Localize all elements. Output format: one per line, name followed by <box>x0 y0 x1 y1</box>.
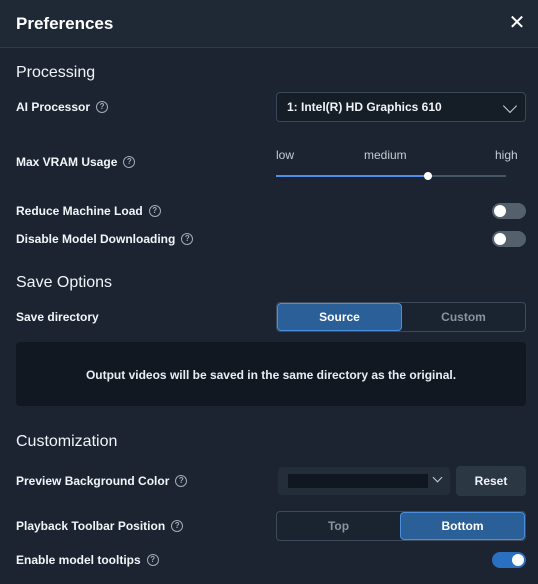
help-icon[interactable]: ? <box>175 475 188 487</box>
ai-processor-value: 1: Intel(R) HD Graphics 610 <box>287 100 442 114</box>
model-tooltips-label: Enable model tooltips ? <box>16 553 159 567</box>
dialog-header: Preferences ✕ <box>0 0 538 48</box>
dialog-title: Preferences <box>16 14 114 33</box>
save-notice-box: Output videos will be saved in the same … <box>16 342 526 406</box>
save-notice-text: Output videos will be saved in the same … <box>85 368 457 382</box>
save-custom-option[interactable]: Custom <box>402 303 525 331</box>
disable-download-label: Disable Model Downloading ? <box>16 232 194 246</box>
disable-download-toggle[interactable] <box>492 231 526 247</box>
toolbar-top-option[interactable]: Top <box>277 512 400 540</box>
toggle-knob <box>494 205 506 217</box>
preview-bg-label: Preview Background Color ? <box>16 474 188 488</box>
close-icon[interactable]: ✕ <box>506 12 528 34</box>
vram-slider-fill <box>276 175 428 177</box>
vram-low-label: low <box>276 148 295 162</box>
section-title-customization: Customization <box>16 433 118 450</box>
toolbar-position-label: Playback Toolbar Position ? <box>16 519 184 533</box>
preview-bg-color-select[interactable] <box>278 467 450 495</box>
reduce-load-toggle[interactable] <box>492 203 526 219</box>
max-vram-label: Max VRAM Usage ? <box>16 155 136 169</box>
help-icon[interactable]: ? <box>96 101 109 113</box>
color-swatch <box>288 474 428 488</box>
model-tooltips-toggle[interactable] <box>492 552 526 568</box>
chevron-down-icon <box>432 472 443 483</box>
vram-slider-thumb[interactable] <box>423 172 432 180</box>
ai-processor-select[interactable]: 1: Intel(R) HD Graphics 610 <box>276 92 526 122</box>
toggle-knob <box>494 233 506 245</box>
save-source-option[interactable]: Source <box>277 303 402 331</box>
toolbar-bottom-option[interactable]: Bottom <box>400 512 525 540</box>
reduce-load-label: Reduce Machine Load ? <box>16 204 161 218</box>
vram-slider-track[interactable] <box>276 172 506 180</box>
vram-medium-label: medium <box>364 148 407 162</box>
help-icon[interactable]: ? <box>148 205 161 217</box>
save-directory-label: Save directory <box>16 310 99 324</box>
section-title-processing: Processing <box>16 64 96 81</box>
help-icon[interactable]: ? <box>181 233 194 245</box>
help-icon[interactable]: ? <box>146 554 159 566</box>
help-icon[interactable]: ? <box>171 520 184 532</box>
section-title-save-options: Save Options <box>16 274 113 291</box>
vram-high-label: high <box>495 148 518 162</box>
save-directory-segmented: Source Custom <box>276 302 526 332</box>
toolbar-position-segmented: Top Bottom <box>276 511 526 541</box>
reset-button[interactable]: Reset <box>456 466 526 496</box>
chevron-down-icon <box>502 98 518 114</box>
ai-processor-label: AI Processor ? <box>16 100 109 114</box>
help-icon[interactable]: ? <box>123 156 136 168</box>
toggle-knob <box>512 554 524 566</box>
